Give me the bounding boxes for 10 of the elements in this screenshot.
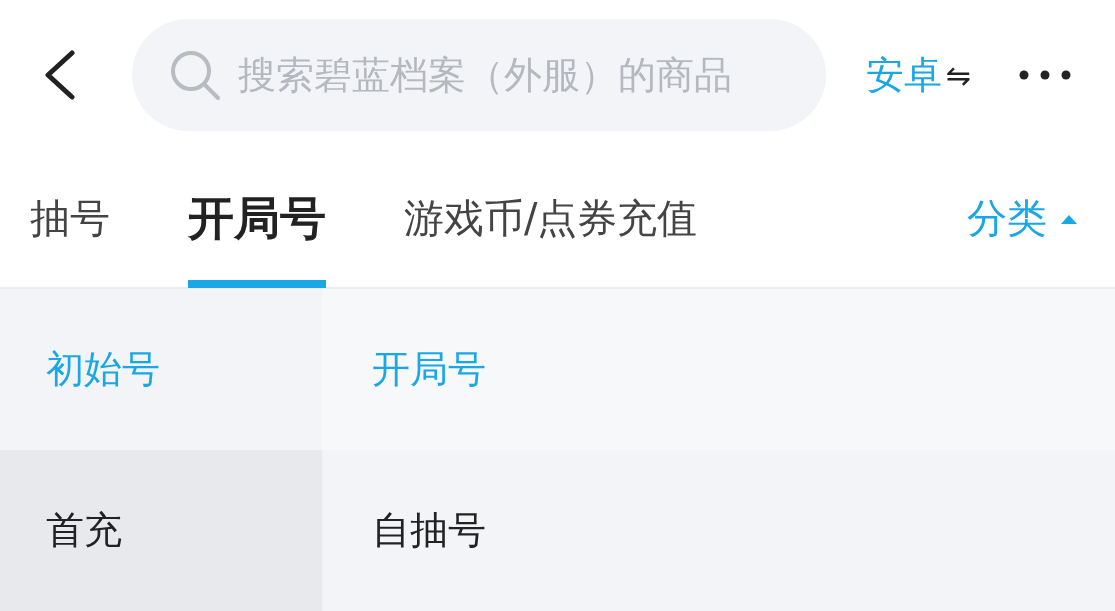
search-icon [168, 48, 222, 102]
search-field[interactable]: 搜索碧蓝档案（外服）的商品 [132, 19, 826, 131]
caret-up-icon [1061, 213, 1077, 224]
back-icon[interactable] [42, 50, 76, 100]
tab[interactable]: 抽号 [30, 149, 110, 288]
tab[interactable]: 游戏币/点券充值 [404, 149, 698, 288]
subcategory-item[interactable]: 自抽号 [322, 450, 1115, 611]
category-item[interactable]: 首充 [0, 450, 322, 611]
more-icon[interactable] [1019, 70, 1072, 80]
platform-link[interactable]: 安卓⇋ [866, 49, 972, 101]
